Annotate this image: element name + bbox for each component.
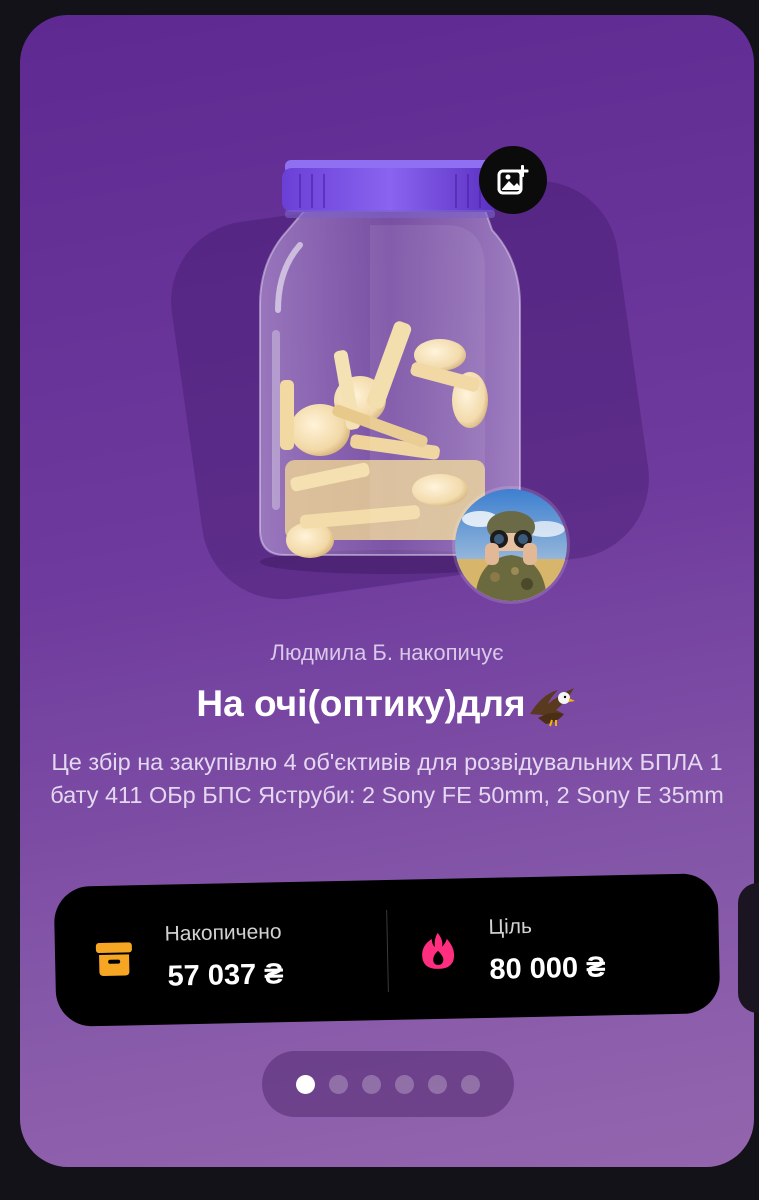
jar-title-text: На очі(оптику)для: [196, 683, 526, 724]
archive-box-icon: [95, 942, 132, 976]
avatar[interactable]: [452, 486, 570, 604]
pager-dot-6[interactable]: [461, 1074, 480, 1094]
owner-text: Людмила Б. накопичує: [270, 640, 504, 665]
stats-divider: [386, 909, 389, 992]
add-photo-button[interactable]: [479, 146, 547, 214]
accumulated-value: 57 037 ₴: [167, 958, 284, 993]
next-card-peek[interactable]: [738, 883, 759, 1013]
goal-label: Ціль: [488, 914, 533, 939]
pager-dot-4[interactable]: [395, 1074, 414, 1094]
soldier-avatar-image: [455, 489, 567, 601]
pager-dot-2[interactable]: [329, 1074, 348, 1094]
add-photo-icon: [497, 165, 529, 195]
jar-description: Це збір на закупівлю 4 об'єктивів для ро…: [50, 749, 724, 808]
goal-value: 80 000 ₴: [489, 951, 606, 986]
pagination-dots: [262, 1051, 514, 1117]
pager-dot-1[interactable]: [296, 1074, 315, 1094]
pager-dot-5[interactable]: [428, 1074, 447, 1094]
stats-panel: Накопичено 57 037 ₴ Ціль 80 000 ₴: [53, 873, 721, 1027]
fire-icon: [422, 932, 455, 969]
pager-dot-3[interactable]: [362, 1074, 381, 1094]
jar-title: На очі(оптику)для: [20, 683, 754, 728]
accumulated-label: Накопичено: [164, 920, 282, 946]
eagle-emoji-icon: [529, 688, 575, 727]
